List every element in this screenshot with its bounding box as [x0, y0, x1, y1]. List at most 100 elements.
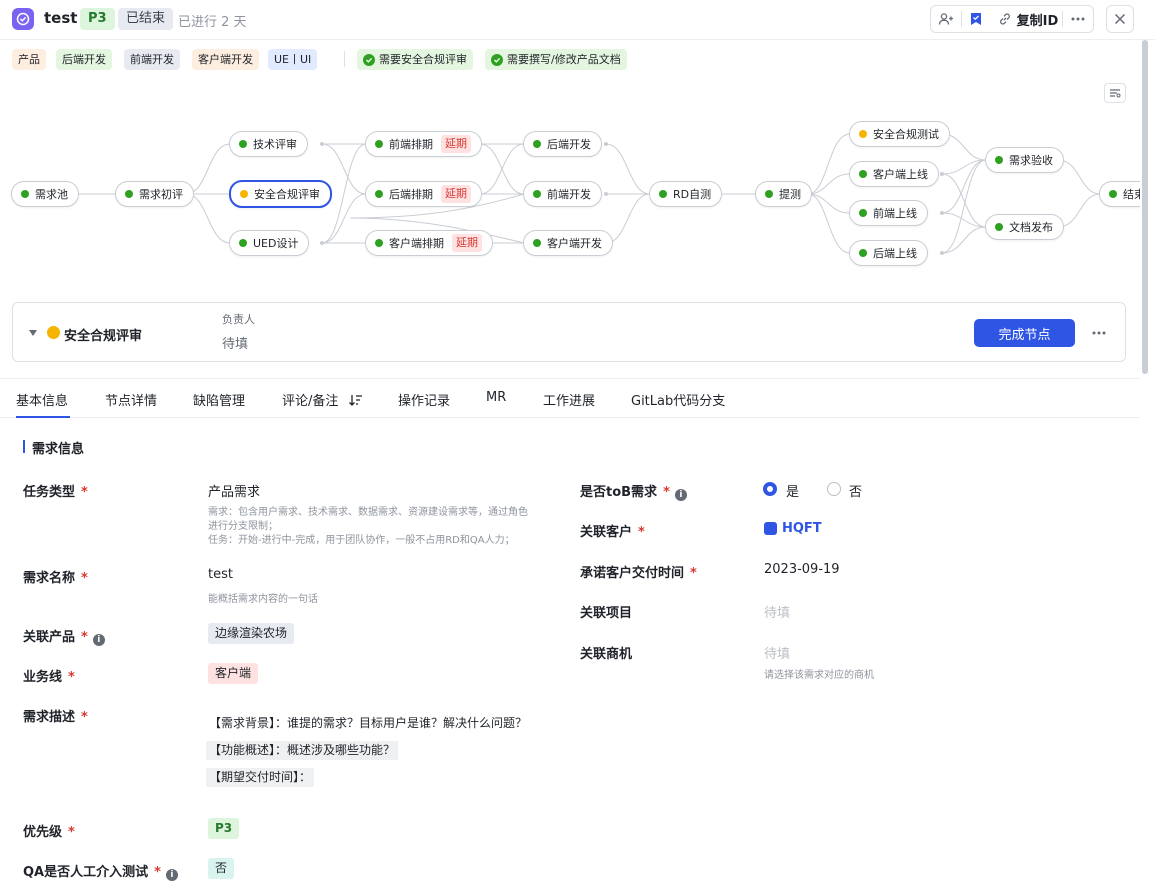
tag-security-review[interactable]: 需要安全合规评审	[357, 49, 473, 70]
section-accent-bar	[23, 440, 25, 453]
page-title: test	[44, 9, 78, 27]
priority-chip[interactable]: P3	[208, 818, 240, 839]
flow-node-pool[interactable]: 需求池	[11, 181, 79, 207]
owner-label: 负责人	[222, 313, 255, 326]
tab-basic-info[interactable]: 基本信息	[16, 390, 68, 409]
tag-ue-ui[interactable]: UE丨UI	[268, 49, 318, 70]
node-label: 后端上线	[873, 247, 917, 260]
flow-settings-button[interactable]	[1104, 83, 1126, 103]
flow-node-be-schedule[interactable]: 后端排期 延期	[365, 181, 482, 207]
tab-node-details[interactable]: 节点详情	[105, 390, 157, 409]
tab-mr[interactable]: MR	[486, 390, 506, 405]
req-name-hint: 能概括需求内容的一句话	[208, 594, 318, 605]
copy-id-button[interactable]: 复制ID	[990, 6, 1062, 32]
flow-node-fe-online[interactable]: 前端上线	[849, 200, 928, 226]
flow-node-doc-release[interactable]: 文档发布	[985, 214, 1064, 240]
tab-comments[interactable]: 评论/备注	[282, 390, 363, 409]
flow-node-fe-schedule[interactable]: 前端排期 延期	[365, 131, 482, 157]
collapse-caret-icon[interactable]	[29, 330, 37, 336]
complete-node-button[interactable]: 完成节点	[974, 319, 1075, 347]
flow-node-client-dev[interactable]: 客户端开发	[523, 230, 613, 256]
flow-node-end[interactable]: 结束	[1099, 181, 1140, 207]
node-label: 客户端排期	[389, 237, 444, 250]
delivery-date-value[interactable]: 2023-09-19	[764, 562, 840, 577]
flow-node-tech-review[interactable]: 技术评审	[229, 131, 308, 157]
node-label: 需求初评	[139, 188, 183, 201]
flow-node-rd-selftest[interactable]: RD自测	[649, 181, 723, 207]
node-label: 结束	[1123, 188, 1140, 201]
tag-backend[interactable]: 后端开发	[56, 49, 112, 70]
status-dot	[375, 140, 383, 148]
delay-badge: 延期	[452, 234, 482, 252]
field-label-tob: 是否toB需求 * i	[580, 481, 687, 501]
flow-node-ued[interactable]: UED设计	[229, 230, 310, 256]
flow-node-be-dev[interactable]: 后端开发	[523, 131, 602, 157]
project-placeholder[interactable]: 待填	[764, 602, 790, 621]
sort-icon	[348, 395, 362, 406]
tag-doc-update[interactable]: 需要撰写/修改产品文档	[485, 49, 627, 70]
tag-client[interactable]: 客户端开发	[192, 49, 259, 70]
field-label-opportunity: 关联商机	[580, 647, 633, 662]
node-label: 提测	[779, 188, 801, 201]
flow-node-security-test[interactable]: 安全合规测试	[849, 121, 950, 147]
tag-frontend[interactable]: 前端开发	[124, 49, 180, 70]
tab-defects[interactable]: 缺陷管理	[193, 390, 245, 409]
customer-name: HQFT	[782, 521, 822, 536]
flow-node-client-online[interactable]: 客户端上线	[849, 161, 939, 187]
field-label-project: 关联项目	[580, 606, 633, 621]
owner-value[interactable]: 待填	[222, 333, 248, 352]
tab-gitlab-branch[interactable]: GitLab代码分支	[631, 390, 725, 409]
status-dot	[240, 190, 248, 198]
flow-node-acceptance[interactable]: 需求验收	[985, 147, 1064, 173]
tob-radio-no[interactable]	[827, 482, 841, 496]
link-icon	[999, 13, 1010, 25]
bookmark-button[interactable]	[962, 6, 990, 32]
flow-node-submit-test[interactable]: 提测	[755, 181, 812, 207]
qa-manual-chip[interactable]: 否	[208, 858, 235, 879]
status-dot	[47, 326, 60, 339]
status-dot	[659, 190, 667, 198]
flow-node-client-schedule[interactable]: 客户端排期 延期	[365, 230, 493, 256]
check-circle-icon	[491, 53, 503, 66]
panel-scrollbar[interactable]	[1141, 40, 1149, 378]
customer-link[interactable]: HQFT	[764, 521, 822, 536]
status-dot	[533, 239, 541, 247]
field-label-description: 需求描述 *	[23, 710, 88, 725]
node-label: 客户端上线	[873, 168, 928, 181]
node-more-button[interactable]	[1087, 321, 1111, 345]
product-chip[interactable]: 边缘渲染农场	[208, 623, 295, 644]
node-label: 需求池	[35, 188, 68, 201]
tag-product[interactable]: 产品	[12, 49, 46, 70]
close-button[interactable]	[1106, 5, 1134, 33]
opportunity-placeholder[interactable]: 待填	[764, 643, 790, 662]
description-line-3[interactable]: 【期望交付时间】：	[206, 768, 315, 787]
description-line-1[interactable]: 【需求背景】：谁提的需求？目标用户是谁？解决什么问题？	[206, 714, 530, 733]
tab-progress[interactable]: 工作进展	[543, 390, 595, 409]
node-label: 后端开发	[547, 138, 591, 151]
flow-node-fe-dev[interactable]: 前端开发	[523, 181, 602, 207]
more-button[interactable]	[1063, 6, 1093, 32]
description-line-2[interactable]: 【功能概述】：概述涉及哪些功能？	[206, 741, 399, 760]
members-button[interactable]	[931, 6, 961, 32]
scrollbar-thumb[interactable]	[1142, 40, 1148, 374]
business-chip[interactable]: 客户端	[208, 663, 259, 684]
req-name-value[interactable]: test	[208, 567, 233, 582]
workflow-diagram: 需求池 需求初评 技术评审 安全合规评审 UED设计 前端排期 延期 后端排期 延期…	[0, 80, 1140, 295]
task-type-value[interactable]: 产品需求	[208, 481, 260, 500]
flow-node-security-review[interactable]: 安全合规评审	[229, 180, 332, 208]
flow-node-be-online[interactable]: 后端上线	[849, 240, 928, 266]
tab-operation-log[interactable]: 操作记录	[398, 390, 450, 409]
field-label-delivery: 承诺客户交付时间 *	[580, 566, 697, 581]
info-icon: i	[674, 489, 687, 501]
field-label-task-type: 任务类型 *	[23, 485, 88, 500]
elapsed-time: 已进行 2 天	[178, 15, 247, 30]
priority-badge[interactable]: P3	[80, 8, 115, 30]
flow-node-initial-review[interactable]: 需求初评	[115, 181, 194, 207]
tob-radio-yes[interactable]	[763, 482, 777, 496]
tob-no-label[interactable]: 否	[849, 481, 862, 500]
status-badge[interactable]: 已结束	[118, 8, 174, 30]
status-dot	[239, 239, 247, 247]
node-label: UED设计	[253, 237, 299, 250]
info-icon: i	[92, 634, 105, 646]
tob-yes-label[interactable]: 是	[786, 481, 799, 500]
